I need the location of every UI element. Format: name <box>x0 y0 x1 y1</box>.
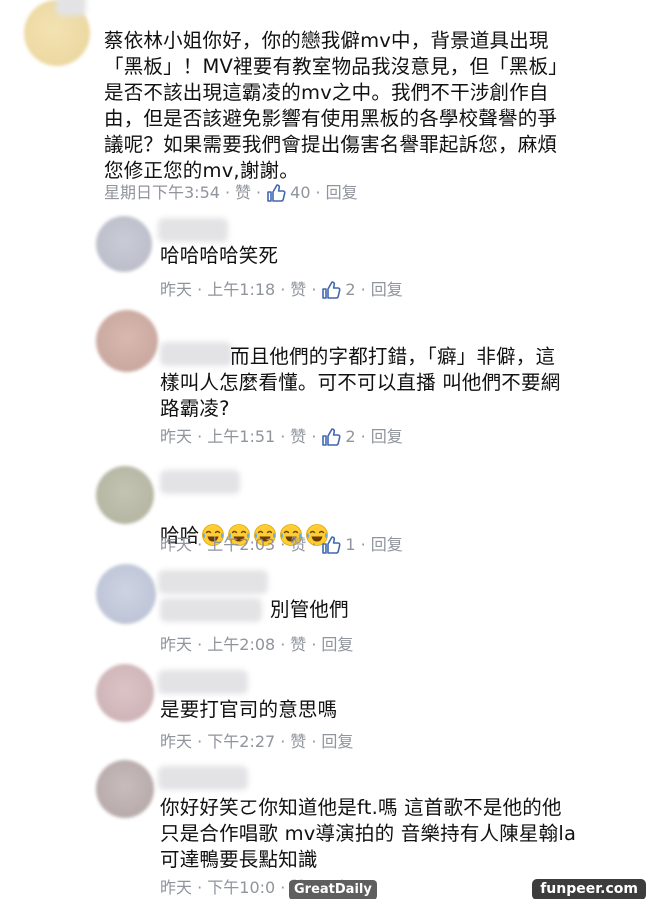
commenter-name[interactable] <box>158 670 248 694</box>
avatar[interactable] <box>96 760 154 818</box>
commenter-name[interactable] <box>158 766 248 790</box>
comment-meta: 昨天 · 下午2:27 · 赞 · 回复 <box>160 731 354 753</box>
avatar[interactable] <box>96 216 152 272</box>
reply-button[interactable]: 回复 <box>321 634 353 656</box>
comment-meta: 昨天 · 上午1:18 · 赞 · 2 · 回复 <box>160 279 403 301</box>
comment-text: 而且他們的字都打錯，「癖」非僻，這 樣叫人怎麼看懂。可不可以直播 叫他們不要網 … <box>160 345 561 420</box>
reply-button[interactable]: 回复 <box>321 731 353 753</box>
avatar[interactable] <box>96 466 154 524</box>
thumbs-up-icon <box>321 535 341 555</box>
comment-timestamp[interactable]: 昨天 · 上午1:51 <box>160 426 275 448</box>
like-count[interactable]: 2 <box>345 426 355 448</box>
reply-button[interactable]: 回复 <box>371 534 403 556</box>
avatar[interactable] <box>96 664 154 722</box>
comment-timestamp[interactable]: 昨天 · 下午10:0 <box>160 877 275 899</box>
like-count[interactable]: 2 <box>345 279 355 301</box>
like-button[interactable]: 赞 <box>290 279 306 301</box>
comment-timestamp[interactable]: 昨天 · 上午2:08 <box>160 634 275 656</box>
comment-text: 你好好笑ㄛ你知道他是ft.嗎 這首歌不是他的他 只是合作唱歌 mv導演拍的 音樂… <box>160 796 577 871</box>
comment-text: 蔡依林小姐你好，你的戀我僻mv中，背景道具出現 「黑板」！MV裡要有教室物品我沒… <box>104 29 568 182</box>
thumbs-up-icon <box>266 183 286 203</box>
like-button[interactable]: 赞 <box>235 182 251 204</box>
like-count[interactable]: 40 <box>290 182 310 204</box>
like-button[interactable]: 赞 <box>290 426 306 448</box>
comment-timestamp[interactable]: 昨天 · 下午2:27 <box>160 731 275 753</box>
comment-timestamp[interactable]: 昨天 · 上午2:03 <box>160 534 275 556</box>
comment-meta: 昨天 · 上午2:08 · 赞 · 回复 <box>160 634 354 656</box>
comment-meta: 昨天 · 上午2:03 · 赞 · 1 · 回复 <box>160 534 403 556</box>
like-button[interactable]: 赞 <box>290 634 306 656</box>
thumbs-up-icon <box>321 427 341 447</box>
avatar[interactable] <box>96 310 158 372</box>
reply-button[interactable]: 回复 <box>371 426 403 448</box>
thumbs-up-icon <box>321 280 341 300</box>
funpeer-watermark: funpeer.com <box>532 879 646 899</box>
avatar[interactable] <box>96 564 156 624</box>
comment-text: 是要打官司的意思嗎 <box>160 698 338 721</box>
commenter-name[interactable] <box>158 218 228 242</box>
comment-text: 哈哈哈哈笑死 <box>160 244 279 267</box>
comment-text: 別管他們 <box>270 598 349 621</box>
like-button[interactable]: 赞 <box>290 731 306 753</box>
comment-meta: 昨天 · 上午1:51 · 赞 · 2 · 回复 <box>160 426 403 448</box>
comment-timestamp[interactable]: 昨天 · 上午1:18 <box>160 279 275 301</box>
commenter-name[interactable] <box>160 470 240 494</box>
greatdaily-watermark: GreatDaily <box>289 880 377 899</box>
reply-button[interactable]: 回复 <box>371 279 403 301</box>
commenter-name[interactable] <box>158 570 268 594</box>
commenter-name[interactable] <box>56 0 86 16</box>
reply-button[interactable]: 回复 <box>326 182 358 204</box>
like-button[interactable]: 赞 <box>290 534 306 556</box>
comment-meta: 星期日下午3:54 · 赞 · 40 · 回复 <box>104 182 358 204</box>
commenter-name-line2 <box>160 598 262 622</box>
like-count[interactable]: 1 <box>345 534 355 556</box>
comment-timestamp[interactable]: 星期日下午3:54 <box>104 182 220 204</box>
